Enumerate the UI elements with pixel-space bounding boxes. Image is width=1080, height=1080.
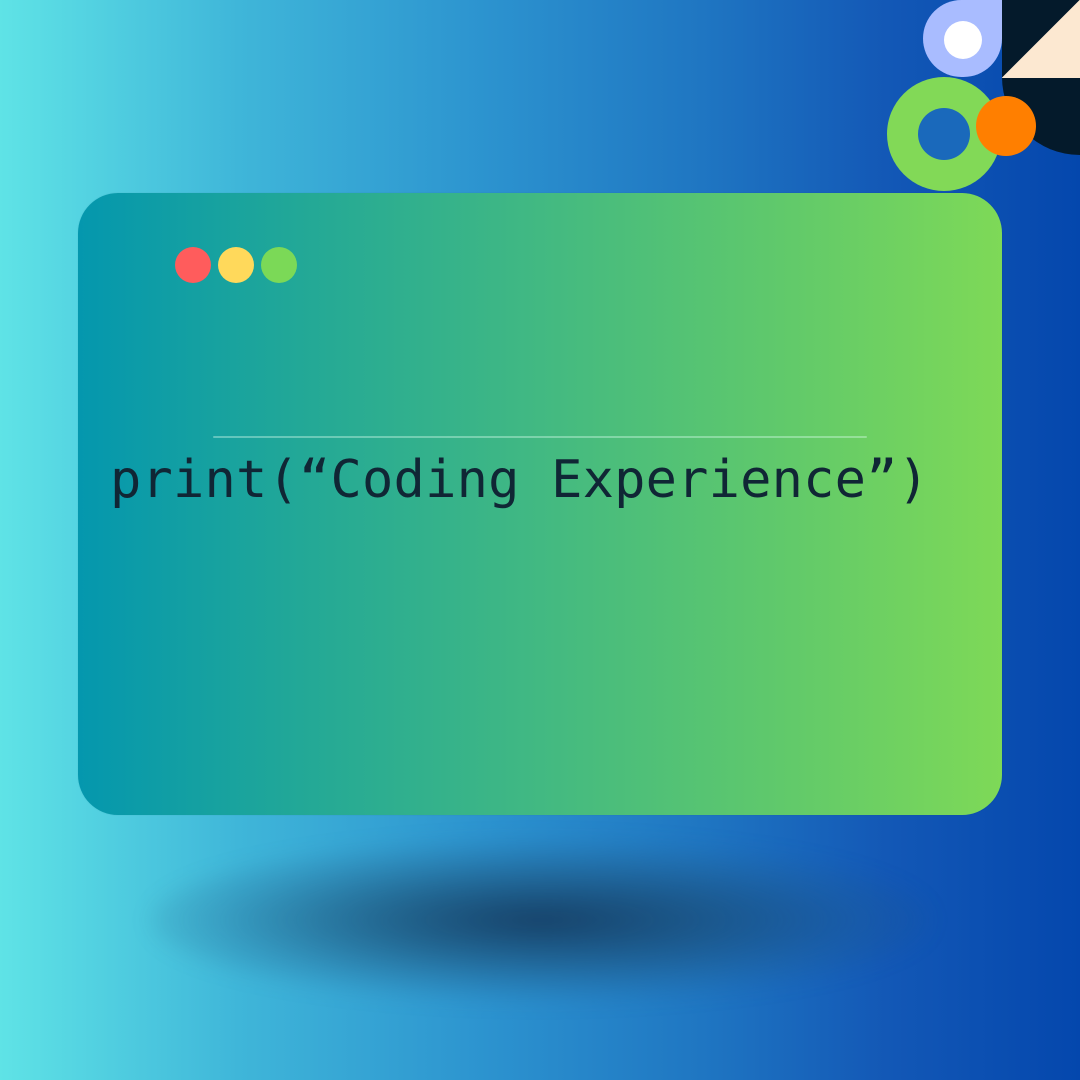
close-dot-icon[interactable] xyxy=(175,247,211,283)
green-ring-hole xyxy=(918,108,970,160)
minimize-dot-icon[interactable] xyxy=(218,247,254,283)
code-separator xyxy=(213,436,867,438)
code-window: print(“Coding Experience”) xyxy=(78,193,1002,815)
canvas: print(“Coding Experience”) xyxy=(0,0,1080,1080)
window-shadow xyxy=(150,840,930,1000)
maximize-dot-icon[interactable] xyxy=(261,247,297,283)
white-dot-icon xyxy=(944,21,982,59)
window-controls xyxy=(175,247,297,283)
corner-triangle-icon xyxy=(1002,0,1080,78)
code-line: print(“Coding Experience”) xyxy=(110,450,930,510)
orange-dot-icon xyxy=(976,96,1036,156)
